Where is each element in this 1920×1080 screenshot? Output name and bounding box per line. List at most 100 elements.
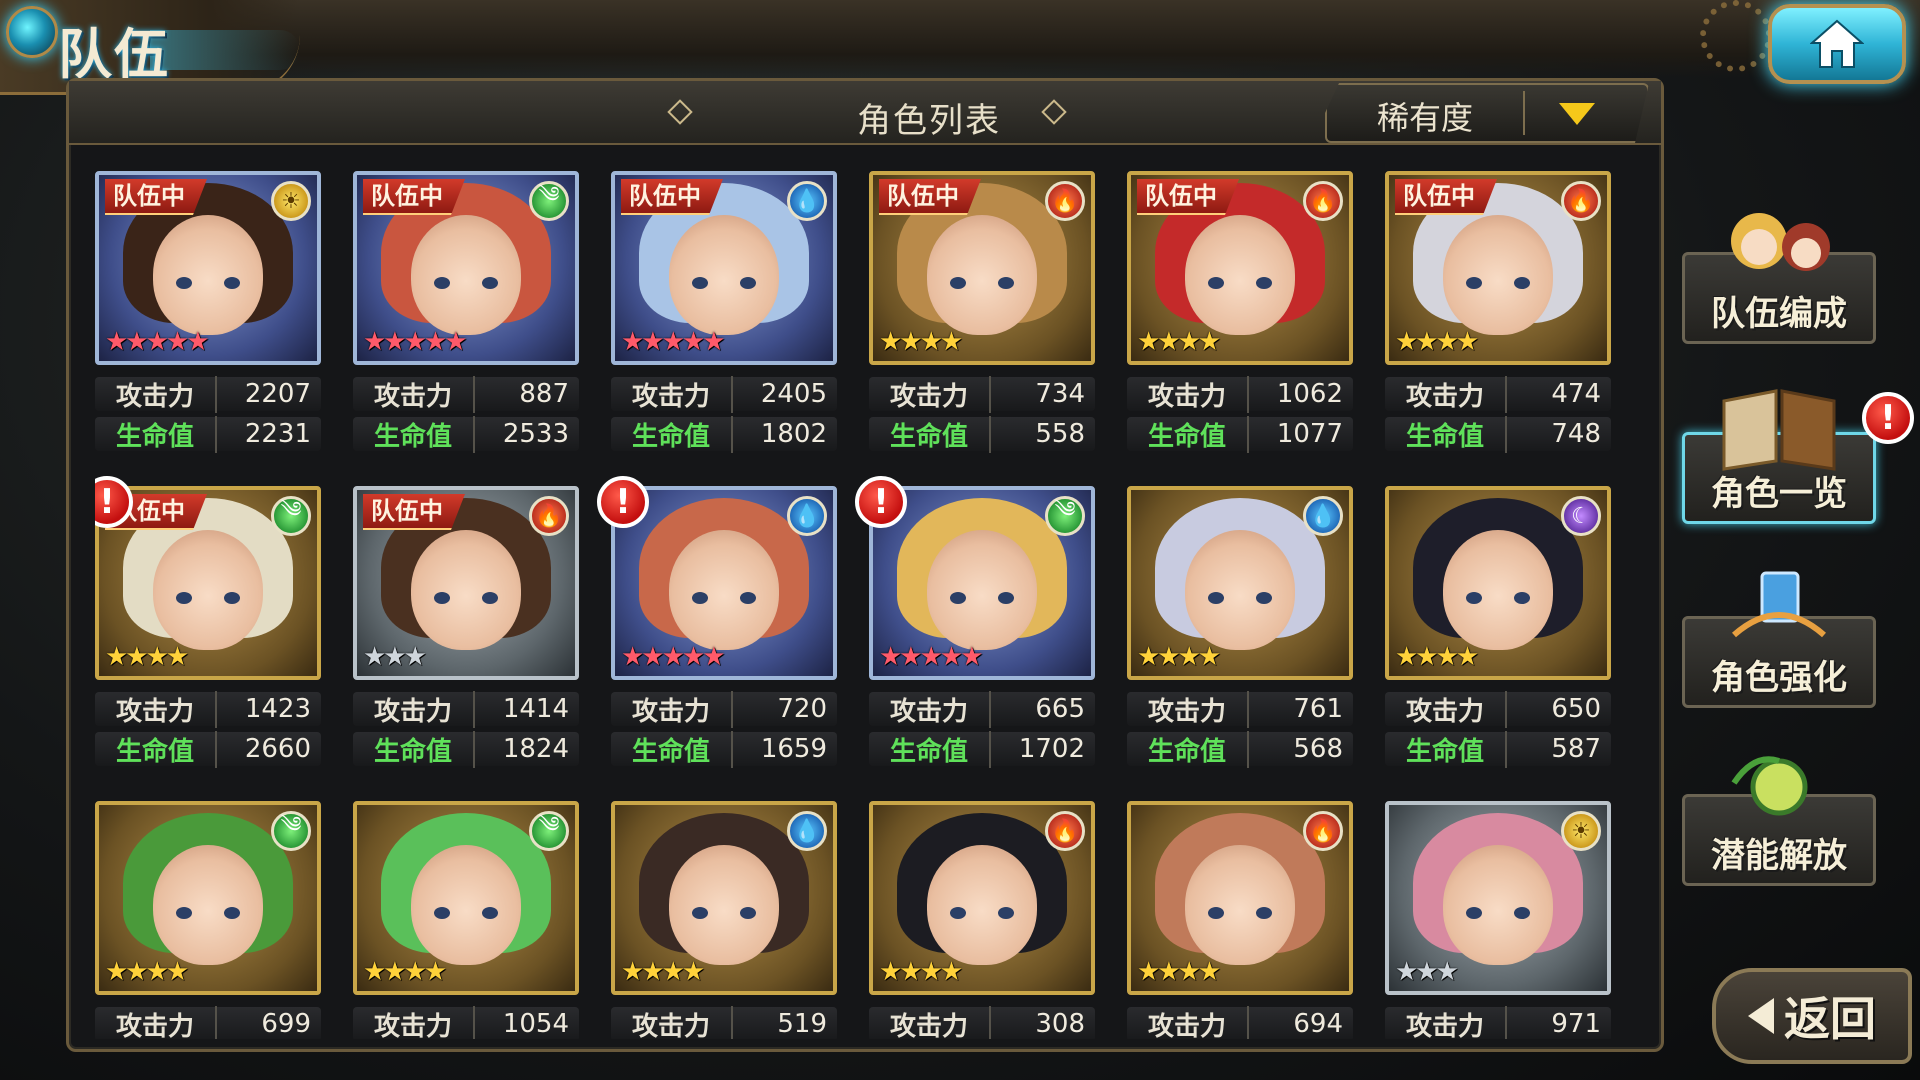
character-card[interactable]: 队伍中 💧 ★★★★★ 攻击力 2405 生命值 1802 — [611, 171, 841, 471]
rarity-stars: ★★★★★ — [363, 327, 468, 357]
rarity-stars: ★★★ — [363, 642, 427, 672]
hp-label: 生命值 — [353, 415, 475, 453]
fire-element-icon: 🔥 — [529, 496, 569, 536]
character-card[interactable]: 队伍中 ༄ ★★★★! 攻击力 1423 生命值 2660 — [95, 476, 325, 786]
character-portrait[interactable]: 队伍中 ☀ ★★★★★ — [95, 171, 321, 365]
back-button[interactable]: 返回 — [1712, 968, 1912, 1064]
hp-stat-row: 生命值 587 — [1385, 730, 1611, 768]
chibi-characters-icon — [1731, 213, 1830, 271]
character-card[interactable]: 🔥 ★★★★ 攻击力 308 — [869, 801, 1099, 1039]
book-icon — [1722, 389, 1836, 471]
hp-value: 748 — [1551, 419, 1601, 449]
character-portrait[interactable]: 队伍中 🔥 ★★★★ — [1127, 171, 1353, 365]
rarity-stars: ★★★★ — [1137, 642, 1221, 672]
character-eyes — [434, 277, 498, 289]
character-portrait[interactable]: 队伍中 🔥 ★★★★ — [1385, 171, 1611, 365]
rarity-stars: ★★★★★ — [621, 327, 726, 357]
character-face — [927, 215, 1037, 335]
hp-label: 生命值 — [95, 730, 217, 768]
hp-label: 生命值 — [1127, 415, 1249, 453]
sort-dropdown[interactable]: 稀有度 — [1325, 83, 1649, 143]
enhance-button[interactable]: 角色强化 — [1682, 571, 1876, 708]
hp-value: 558 — [1035, 419, 1085, 449]
hp-stat-row: 生命值 748 — [1385, 415, 1611, 453]
character-face — [1443, 530, 1553, 650]
character-eyes — [950, 592, 1014, 604]
character-portrait[interactable]: ༄ ★★★★ — [353, 801, 579, 995]
hp-label: 生命值 — [1127, 730, 1249, 768]
wind-element-icon: ༄ — [529, 811, 569, 851]
character-face — [1185, 845, 1295, 965]
character-card[interactable]: 队伍中 🔥 ★★★ 攻击力 1414 生命值 1824 — [353, 486, 583, 786]
character-eyes — [434, 907, 498, 919]
character-face — [411, 845, 521, 965]
character-list-button[interactable]: 角色一览 — [1682, 389, 1876, 524]
character-card[interactable]: 队伍中 🔥 ★★★★ 攻击力 734 生命值 558 — [869, 171, 1099, 471]
fire-element-icon: 🔥 — [1561, 181, 1601, 221]
hp-value: 2231 — [244, 419, 311, 449]
light-element-icon: ☀ — [1561, 811, 1601, 851]
attack-value: 1054 — [502, 1009, 569, 1039]
character-card[interactable]: 💧 ★★★★ 攻击力 519 — [611, 801, 841, 1039]
character-eyes — [692, 277, 756, 289]
character-card[interactable]: ☀ ★★★ 攻击力 971 — [1385, 801, 1615, 1039]
character-card[interactable]: ༄ ★★★★ 攻击力 699 — [95, 801, 325, 1039]
alert-badge: ! — [855, 476, 907, 528]
rarity-stars: ★★★★ — [105, 957, 189, 987]
hp-stat-row: 生命值 2660 — [95, 730, 321, 768]
water-element-icon: 💧 — [787, 181, 827, 221]
hp-value: 1702 — [1018, 734, 1085, 764]
in-team-tag: 队伍中 — [1395, 179, 1497, 215]
character-portrait[interactable]: ☾ ★★★★ — [1385, 486, 1611, 680]
character-portrait[interactable]: 🔥 ★★★★ — [1127, 801, 1353, 995]
attack-label: 攻击力 — [1385, 375, 1507, 413]
home-button[interactable] — [1768, 4, 1906, 84]
team-edit-button[interactable]: 队伍编成 — [1682, 213, 1876, 344]
character-portrait[interactable]: 队伍中 ༄ ★★★★★ — [353, 171, 579, 365]
character-card[interactable]: ༄ ★★★★ 攻击力 1054 — [353, 801, 583, 1039]
character-card[interactable]: 队伍中 ༄ ★★★★★ 攻击力 887 生命值 2533 — [353, 171, 583, 471]
hp-stat-row: 生命值 1824 — [353, 730, 579, 768]
rarity-stars: ★★★★ — [1137, 957, 1221, 987]
dropdown-triangle-icon[interactable] — [1559, 103, 1595, 125]
hp-label: 生命值 — [611, 730, 733, 768]
hp-stat-row: 生命值 558 — [869, 415, 1095, 453]
character-eyes — [176, 907, 240, 919]
character-card[interactable]: 队伍中 🔥 ★★★★ 攻击力 1062 生命值 1077 — [1127, 171, 1357, 471]
character-card[interactable]: 队伍中 ☀ ★★★★★ 攻击力 2207 生命值 2231 — [95, 171, 325, 471]
character-face — [1443, 845, 1553, 965]
character-card[interactable]: 💧 ★★★★ 攻击力 761 生命值 568 — [1127, 486, 1357, 786]
character-portrait[interactable]: 队伍中 🔥 ★★★★ — [869, 171, 1095, 365]
character-card[interactable]: 🔥 ★★★★ 攻击力 694 — [1127, 801, 1357, 1039]
attack-stat-row: 攻击力 734 — [869, 375, 1095, 413]
rarity-stars: ★★★★ — [105, 642, 189, 672]
potential-unlock-button[interactable]: 潜能解放 — [1682, 756, 1876, 886]
attack-stat-row: 攻击力 694 — [1127, 1005, 1353, 1039]
character-card[interactable]: ༄ ★★★★★! 攻击力 665 生命值 1702 — [855, 476, 1099, 786]
hp-label: 生命值 — [353, 730, 475, 768]
character-card[interactable]: 💧 ★★★★★! 攻击力 720 生命值 1659 — [597, 476, 841, 786]
character-portrait[interactable]: 💧 ★★★★ — [611, 801, 837, 995]
character-portrait[interactable]: ☀ ★★★ — [1385, 801, 1611, 995]
character-card[interactable]: 队伍中 🔥 ★★★★ 攻击力 474 生命值 748 — [1385, 171, 1615, 471]
character-face — [153, 845, 263, 965]
character-portrait[interactable]: ༄ ★★★★ — [95, 801, 321, 995]
character-portrait[interactable]: 队伍中 💧 ★★★★★ — [611, 171, 837, 365]
rarity-stars: ★★★★★ — [621, 642, 726, 672]
attack-label: 攻击力 — [353, 375, 475, 413]
rarity-stars: ★★★★ — [621, 957, 705, 987]
character-portrait[interactable]: 💧 ★★★★ — [1127, 486, 1353, 680]
fire-element-icon: 🔥 — [1045, 181, 1085, 221]
attack-stat-row: 攻击力 1054 — [353, 1005, 579, 1039]
character-eyes — [950, 277, 1014, 289]
attack-value: 1414 — [502, 694, 569, 724]
attack-stat-row: 攻击力 1062 — [1127, 375, 1353, 413]
attack-stat-row: 攻击力 971 — [1385, 1005, 1611, 1039]
character-portrait[interactable]: 🔥 ★★★★ — [869, 801, 1095, 995]
in-team-tag: 队伍中 — [879, 179, 981, 215]
attack-value: 761 — [1293, 694, 1343, 724]
hp-value: 1077 — [1276, 419, 1343, 449]
rarity-stars: ★★★★ — [879, 327, 963, 357]
character-portrait[interactable]: 队伍中 🔥 ★★★ — [353, 486, 579, 680]
character-card[interactable]: ☾ ★★★★ 攻击力 650 生命值 587 — [1385, 486, 1615, 786]
